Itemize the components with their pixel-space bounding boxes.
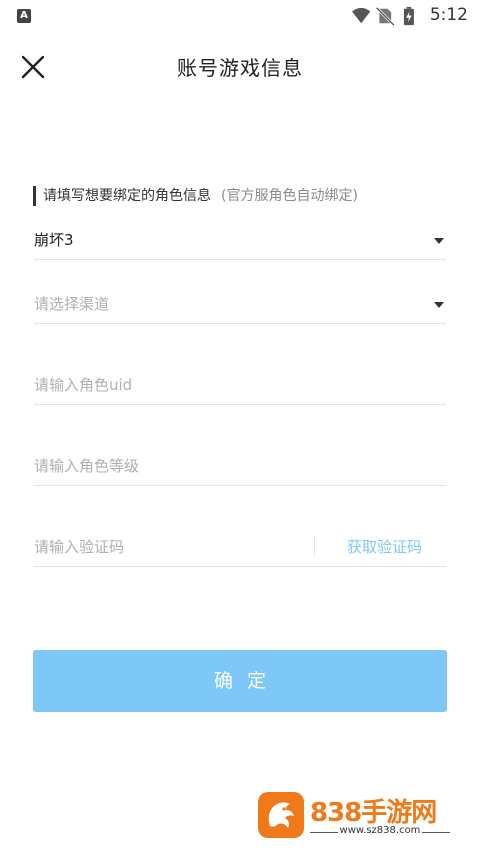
watermark-line-right: [422, 832, 450, 833]
page-title: 账号游戏信息: [177, 56, 303, 80]
dragon-logo-icon: [258, 792, 304, 838]
battery-charging-icon: [403, 6, 414, 26]
uid-input[interactable]: 请输入角色uid: [34, 364, 446, 405]
no-sim-icon: [375, 6, 395, 26]
uid-input-placeholder: 请输入角色uid: [34, 376, 133, 394]
dropdown-arrow-icon: [434, 238, 444, 244]
level-input-placeholder: 请输入角色等级: [34, 457, 140, 475]
channel-select-placeholder: 请选择渠道: [34, 295, 110, 313]
channel-select[interactable]: 请选择渠道: [34, 283, 446, 324]
dropdown-arrow-icon: [434, 302, 444, 308]
verification-code-input[interactable]: 请输入验证码: [34, 537, 124, 557]
get-code-button[interactable]: 获取验证码: [347, 537, 422, 557]
game-select-value: 崩坏3: [34, 231, 74, 249]
level-input[interactable]: 请输入角色等级: [34, 445, 446, 486]
watermark: 838手游网 www.sz838.com: [258, 790, 458, 840]
field-divider: [314, 536, 315, 556]
status-icons: [352, 6, 414, 26]
app-header: 账号游戏信息: [0, 40, 480, 92]
watermark-title: 838手游网: [310, 798, 437, 828]
status-time: 5:12: [429, 5, 468, 25]
app-notification-icon: A: [17, 9, 31, 23]
watermark-url: www.sz838.com: [339, 825, 421, 836]
section-label-text: 请填写想要绑定的角色信息: [43, 188, 211, 204]
game-select[interactable]: 崩坏3: [34, 219, 446, 260]
wifi-icon: [352, 7, 371, 24]
verification-code-field: 请输入验证码 获取验证码: [34, 526, 446, 567]
section-note: (官方服角色自动绑定): [221, 188, 358, 204]
section-label: 请填写想要绑定的角色信息 (官方服角色自动绑定): [33, 186, 358, 206]
status-bar: A 5:12: [0, 0, 480, 32]
confirm-button[interactable]: 确定: [33, 650, 447, 712]
